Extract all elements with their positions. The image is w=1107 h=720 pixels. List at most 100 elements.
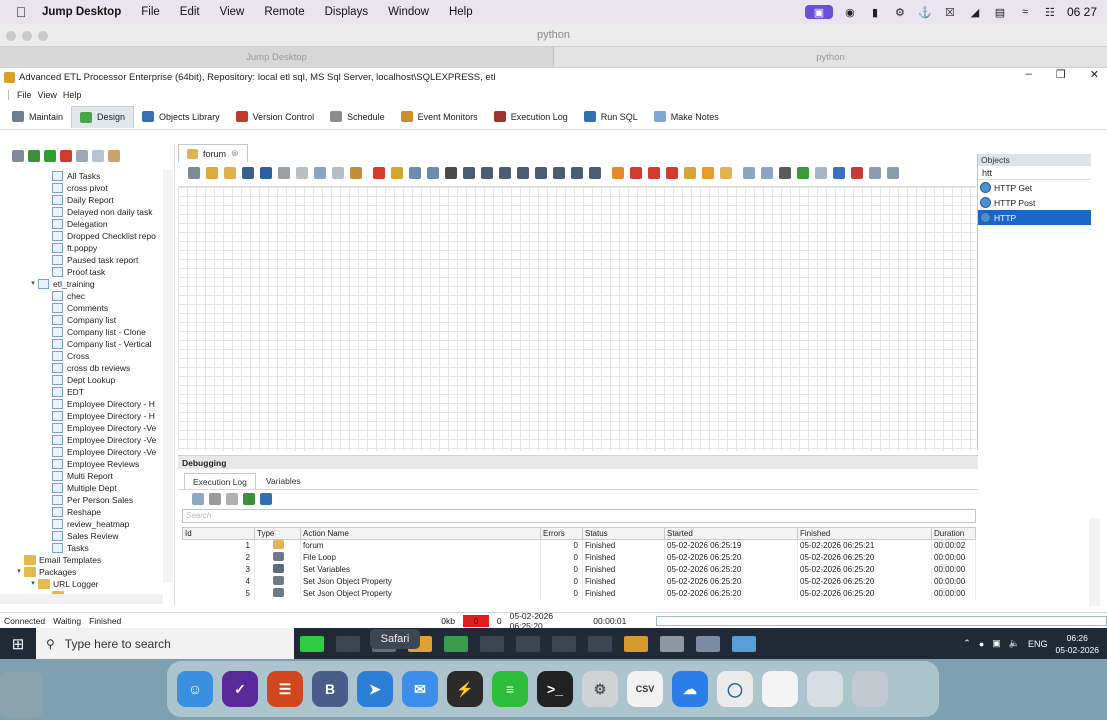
designer-tool-icon[interactable]: [242, 167, 254, 179]
designer-tool-icon[interactable]: [314, 167, 326, 179]
tree-node[interactable]: ▾ Packages: [0, 566, 162, 578]
design-canvas[interactable]: [178, 186, 976, 451]
tray-app-icon[interactable]: ●: [979, 639, 984, 649]
cut-icon[interactable]: [76, 150, 88, 162]
tab-design[interactable]: Design: [71, 105, 135, 128]
tab-variables[interactable]: Variables: [258, 473, 309, 489]
col-status[interactable]: Status: [582, 527, 665, 540]
tree-node[interactable]: Employee Directory - H: [0, 398, 162, 410]
taskbar-terminal-icon[interactable]: [552, 635, 576, 652]
tree-view-icon[interactable]: [12, 150, 24, 162]
tab-maintain[interactable]: Maintain: [4, 106, 71, 128]
tree-node[interactable]: Dept Lookup: [0, 374, 162, 386]
sublime-icon[interactable]: ☰: [267, 671, 303, 707]
tab-version-control[interactable]: Version Control: [228, 106, 323, 128]
designer-tool-icon[interactable]: [684, 167, 696, 179]
designer-tool-icon[interactable]: [206, 167, 218, 179]
print-icon[interactable]: [209, 492, 221, 505]
designer-tool-icon[interactable]: [481, 167, 493, 179]
designer-tool-icon[interactable]: [463, 167, 475, 179]
designer-tool-icon[interactable]: [743, 167, 755, 179]
volume-icon[interactable]: 🔈: [1009, 638, 1020, 649]
designer-tool-icon[interactable]: [224, 167, 236, 179]
tab-run-sql[interactable]: Run SQL: [576, 106, 646, 128]
taskbar-terminal-icon[interactable]: [480, 635, 504, 652]
tree-node[interactable]: Sales Review: [0, 530, 162, 542]
tree-node[interactable]: Email Templates: [0, 554, 162, 566]
pin-icon[interactable]: ⚓: [917, 5, 933, 19]
taskbar-settings-icon[interactable]: [696, 635, 720, 652]
designer-tool-icon[interactable]: [887, 167, 899, 179]
execution-log-search-input[interactable]: Search: [182, 509, 976, 523]
menu-help[interactable]: Help: [63, 90, 82, 100]
log-vertical-scrollbar[interactable]: [1089, 518, 1100, 606]
designer-tool-icon[interactable]: [350, 167, 362, 179]
window-close-dot[interactable]: [6, 31, 16, 41]
tree-node[interactable]: Per Person Sales: [0, 494, 162, 506]
designer-tool-icon[interactable]: [188, 167, 200, 179]
designer-tool-icon[interactable]: [373, 167, 385, 179]
designer-tool-icon[interactable]: [332, 167, 344, 179]
tree-node[interactable]: ft.poppy: [0, 242, 162, 254]
csv-editor-icon[interactable]: CSV: [627, 671, 663, 707]
tree-node[interactable]: Proof task: [0, 266, 162, 278]
designer-tool-icon[interactable]: [445, 167, 457, 179]
tab-event-monitors[interactable]: Event Monitors: [393, 106, 486, 128]
tree-node[interactable]: EDT: [0, 386, 162, 398]
document-icon[interactable]: [762, 671, 798, 707]
designer-tool-icon[interactable]: [666, 167, 678, 179]
tag-icon[interactable]: ◢: [967, 5, 983, 19]
tree-node[interactable]: ▾ etl_training: [0, 278, 162, 290]
designer-tool-icon[interactable]: [571, 167, 583, 179]
log-row[interactable]: 5 Set Json Object Property 0 Finished 05-02-…: [182, 587, 976, 600]
designer-tool-icon[interactable]: [702, 167, 714, 179]
settings-gear-icon[interactable]: ⚙: [892, 5, 908, 19]
object-item-http[interactable]: HTTP: [978, 210, 1091, 225]
columns-icon[interactable]: [260, 492, 272, 505]
designer-tool-icon[interactable]: [296, 167, 308, 179]
menu-window[interactable]: Window: [388, 6, 429, 18]
add-icon[interactable]: [44, 150, 56, 162]
delete-icon[interactable]: [60, 150, 72, 162]
designer-tool-icon[interactable]: [648, 167, 660, 179]
filter-icon[interactable]: [192, 492, 204, 505]
close-box-icon[interactable]: ☒: [942, 5, 958, 19]
grammarly-icon[interactable]: ◉: [842, 5, 858, 19]
menu-edit[interactable]: Edit: [180, 6, 200, 18]
safari-icon[interactable]: ➤: [357, 671, 393, 707]
omnifocus-icon[interactable]: ✓: [222, 671, 258, 707]
tab-objects-library[interactable]: Objects Library: [134, 106, 228, 128]
tree-node[interactable]: Daily Report: [0, 194, 162, 206]
tree-node[interactable]: Employee Directory - H: [0, 410, 162, 422]
wifi-icon[interactable]: ≈: [1017, 5, 1033, 19]
designer-tool-icon[interactable]: [779, 167, 791, 179]
onepassword-icon[interactable]: ◯: [717, 671, 753, 707]
taskbar-app-icon[interactable]: [624, 635, 648, 652]
print-preview-icon[interactable]: [226, 492, 238, 505]
cloud-icon[interactable]: ☁: [672, 671, 708, 707]
taskbar-app-icon[interactable]: [444, 635, 468, 652]
paste-icon[interactable]: [108, 150, 120, 162]
tree-node[interactable]: Employee Directory -Ve: [0, 446, 162, 458]
tree-node[interactable]: Comments: [0, 302, 162, 314]
window-zoom-dot[interactable]: [38, 31, 48, 41]
col-duration[interactable]: Duration: [931, 527, 976, 540]
designer-tool-icon[interactable]: [499, 167, 511, 179]
tree-node[interactable]: ▾ URL Logger: [0, 578, 162, 590]
designer-tool-icon[interactable]: [720, 167, 732, 179]
log-row[interactable]: 2 File Loop 0 Finished 05-02-2026 06:25:20 05…: [182, 551, 976, 564]
jump-desktop-icon[interactable]: ≡: [492, 671, 528, 707]
tree-node[interactable]: Delegation: [0, 218, 162, 230]
tree-horizontal-scrollbar[interactable]: [0, 594, 163, 604]
tab-schedule[interactable]: Schedule: [322, 106, 393, 128]
designer-tool-icon[interactable]: [260, 167, 272, 179]
taskbar-terminal-icon[interactable]: [516, 635, 540, 652]
tree-node[interactable]: Company list - Vertical: [0, 338, 162, 350]
dock-left-item[interactable]: [0, 672, 42, 718]
designer-tool-icon[interactable]: [278, 167, 290, 179]
col-type[interactable]: Type: [254, 527, 301, 540]
tree-node[interactable]: Multi Report: [0, 470, 162, 482]
designer-tool-icon[interactable]: [589, 167, 601, 179]
system-prefs-icon[interactable]: ⚙: [582, 671, 618, 707]
python-tab[interactable]: python: [554, 47, 1107, 67]
